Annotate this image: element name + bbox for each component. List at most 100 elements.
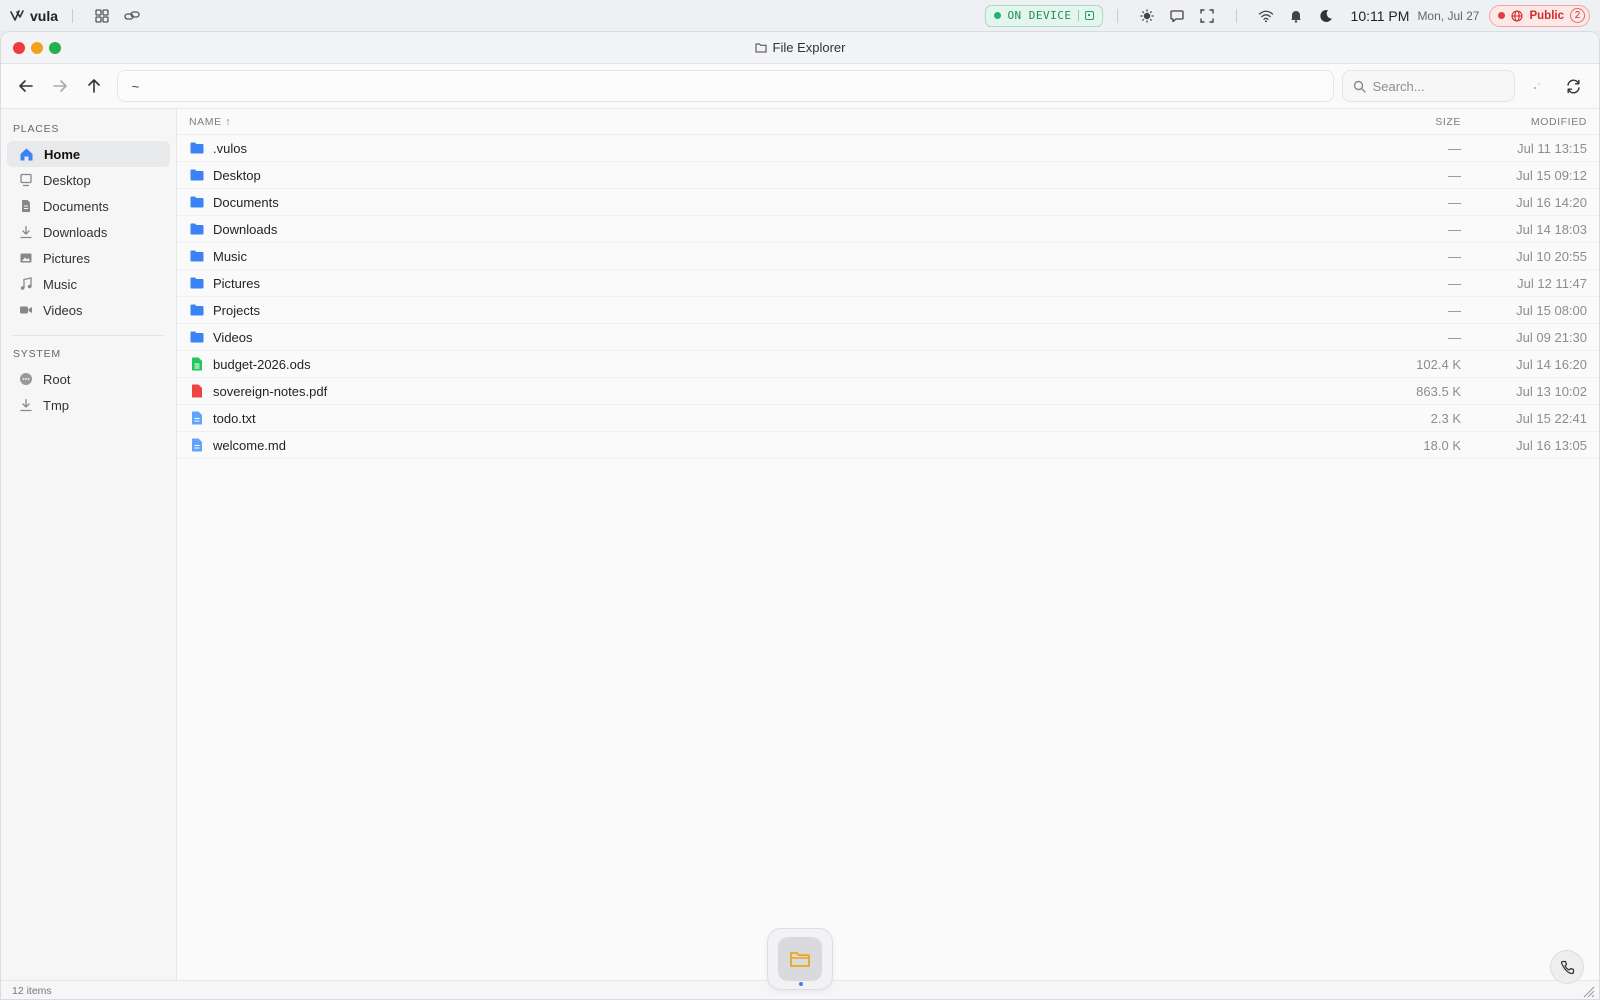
sidebar-item-pictures[interactable]: Pictures xyxy=(7,245,170,271)
file-row[interactable]: sovereign-notes.pdf 863.5 K Jul 13 10:02 xyxy=(177,378,1599,405)
file-row[interactable]: .vulos — Jul 11 13:15 xyxy=(177,135,1599,162)
file-name: welcome.md xyxy=(213,437,286,453)
date[interactable]: Mon, Jul 27 xyxy=(1417,9,1479,23)
column-header-name[interactable]: NAME ↑ xyxy=(177,116,1361,128)
forward-button[interactable] xyxy=(43,69,77,103)
on-device-badge[interactable]: ON DEVICE xyxy=(985,4,1103,27)
root-icon xyxy=(20,373,32,385)
file-size: 2.3 K xyxy=(1430,410,1461,426)
file-size: — xyxy=(1448,275,1461,291)
moon-icon[interactable] xyxy=(1311,4,1341,28)
clock[interactable]: 10:11 PM xyxy=(1351,8,1410,24)
file-row[interactable]: Projects — Jul 15 08:00 xyxy=(177,297,1599,324)
music-icon xyxy=(20,277,32,290)
maximize-window-button[interactable] xyxy=(49,41,61,54)
file-row[interactable]: welcome.md 18.0 K Jul 16 13:05 xyxy=(177,432,1599,459)
search-input[interactable]: Search... xyxy=(1341,70,1516,102)
up-button[interactable] xyxy=(77,69,111,103)
file-modified: Jul 13 10:02 xyxy=(1516,383,1587,399)
file-size: — xyxy=(1448,221,1461,237)
resize-handle-icon[interactable] xyxy=(1581,984,1595,998)
sidebar-item-documents[interactable]: Documents xyxy=(7,193,170,219)
file-row[interactable]: Pictures — Jul 12 11:47 xyxy=(177,270,1599,297)
file-row[interactable]: todo.txt 2.3 K Jul 15 22:41 xyxy=(177,405,1599,432)
sidebar: PLACES Home Desktop Documents Downloads … xyxy=(1,109,177,980)
file-modified: Jul 14 18:03 xyxy=(1516,221,1587,237)
chat-icon[interactable] xyxy=(1162,4,1192,28)
file-row[interactable]: Documents — Jul 16 14:20 xyxy=(177,189,1599,216)
file-size: 863.5 K xyxy=(1416,383,1461,399)
sidebar-item-label: Music xyxy=(43,276,77,292)
sidebar-item-label: Root xyxy=(43,371,71,387)
file-modified: Jul 14 16:20 xyxy=(1516,356,1587,372)
file-name: Documents xyxy=(213,194,279,210)
file-size: — xyxy=(1448,248,1461,264)
file-row[interactable]: Desktop — Jul 15 09:12 xyxy=(177,162,1599,189)
image-icon xyxy=(20,253,32,263)
minimize-window-button[interactable] xyxy=(31,41,43,54)
column-header-modified[interactable]: MODIFIED xyxy=(1461,116,1599,128)
file-size: 18.0 K xyxy=(1423,437,1461,453)
on-device-label: ON DEVICE xyxy=(1007,9,1072,22)
status-dot xyxy=(1498,12,1506,19)
folder-icon xyxy=(190,223,204,235)
file-row[interactable]: budget-2026.ods 102.4 K Jul 14 16:20 xyxy=(177,351,1599,378)
file-name-cell: welcome.md xyxy=(177,438,1361,453)
pdf-file-icon xyxy=(190,384,204,398)
file-name-cell: sovereign-notes.pdf xyxy=(177,384,1361,399)
item-count: 12 items xyxy=(12,985,52,997)
folder-outline-icon xyxy=(755,43,767,53)
brightness-icon[interactable] xyxy=(1132,4,1162,28)
file-row[interactable]: Videos — Jul 09 21:30 xyxy=(177,324,1599,351)
file-explorer-window: File Explorer ~ Search... PLACES Home De… xyxy=(0,31,1600,1000)
network-public-badge[interactable]: Public 2 xyxy=(1489,4,1590,27)
file-modified: Jul 11 13:15 xyxy=(1517,140,1587,156)
file-name-cell: Desktop xyxy=(177,168,1361,183)
file-name: budget-2026.ods xyxy=(213,356,311,372)
arrow-up-icon xyxy=(87,79,100,93)
sidebar-item-tmp[interactable]: Tmp xyxy=(7,392,170,418)
file-row[interactable]: Downloads — Jul 14 18:03 xyxy=(177,216,1599,243)
sidebar-item-downloads[interactable]: Downloads xyxy=(7,219,170,245)
refresh-icon xyxy=(1566,79,1580,93)
fullscreen-icon[interactable] xyxy=(1192,4,1222,28)
brand[interactable]: vula xyxy=(10,8,58,24)
column-header-size[interactable]: SIZE xyxy=(1361,116,1461,128)
home-icon xyxy=(20,148,33,160)
download-icon xyxy=(20,398,32,412)
arrow-left-icon xyxy=(19,80,33,92)
file-name-cell: Documents xyxy=(177,195,1361,210)
refresh-button[interactable] xyxy=(1555,70,1591,102)
wifi-icon[interactable] xyxy=(1251,4,1281,28)
status-dot xyxy=(994,12,1002,19)
file-list-header: NAME ↑ SIZE MODIFIED xyxy=(177,109,1599,135)
places-section-label: PLACES xyxy=(13,123,60,135)
close-window-button[interactable] xyxy=(13,41,25,54)
bell-icon[interactable] xyxy=(1281,4,1311,28)
window-titlebar[interactable]: File Explorer xyxy=(1,32,1599,64)
folder-icon xyxy=(190,142,204,154)
apps-grid-icon[interactable] xyxy=(87,4,117,28)
sidebar-item-music[interactable]: Music xyxy=(7,271,170,297)
file-name: Projects xyxy=(213,302,260,318)
toolbar: ~ Search... xyxy=(1,64,1599,109)
file-size: 102.4 K xyxy=(1416,356,1461,372)
sidebar-item-desktop[interactable]: Desktop xyxy=(7,167,170,193)
sidebar-item-home[interactable]: Home xyxy=(7,141,170,167)
file-modified: Jul 15 09:12 xyxy=(1516,167,1587,183)
file-row[interactable]: Music — Jul 10 20:55 xyxy=(177,243,1599,270)
dock-item-file-explorer[interactable] xyxy=(778,937,822,981)
sidebar-item-videos[interactable]: Videos xyxy=(7,297,170,323)
file-name-cell: Downloads xyxy=(177,222,1361,237)
sidebar-item-root[interactable]: Root xyxy=(7,366,170,392)
path-input[interactable]: ~ xyxy=(116,70,1334,102)
sidebar-item-label: Desktop xyxy=(43,172,91,188)
loading-spinner-icon xyxy=(1519,70,1555,102)
back-button[interactable] xyxy=(9,69,43,103)
file-name-cell: .vulos xyxy=(177,141,1361,156)
file-modified: Jul 15 08:00 xyxy=(1516,302,1587,318)
link-icon[interactable] xyxy=(117,4,147,28)
file-name: Videos xyxy=(213,329,253,345)
file-modified: Jul 12 11:47 xyxy=(1517,275,1587,291)
call-button[interactable] xyxy=(1550,950,1584,984)
